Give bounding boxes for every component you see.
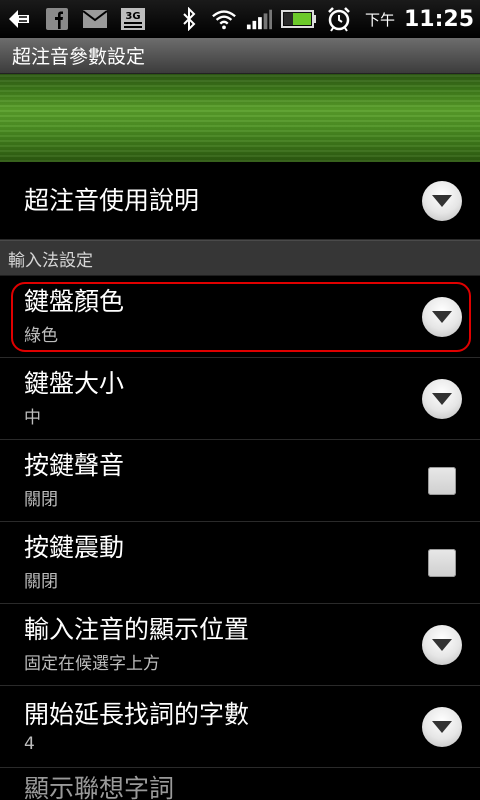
pref-keyboard-color[interactable]: 鍵盤顏色 綠色 [0, 276, 480, 358]
pref-zhuyin-position-title: 輸入注音的顯示位置 [24, 615, 250, 644]
svg-text:3G: 3G [125, 11, 140, 22]
pref-key-sound[interactable]: 按鍵聲音 關閉 [0, 440, 480, 522]
bluetooth-icon [176, 6, 202, 32]
pref-keyboard-size-title: 鍵盤大小 [24, 369, 125, 398]
back-arrow-icon [6, 6, 32, 32]
pref-help-title: 超注音使用說明 [24, 185, 200, 215]
wifi-icon [211, 6, 237, 32]
chevron-down-icon[interactable] [422, 296, 462, 337]
pref-keyboard-color-title: 鍵盤顏色 [24, 287, 125, 316]
pref-extend-search-length-title: 開始延長找詞的字數 [24, 699, 250, 729]
section-header-input: 輸入法設定 [0, 240, 480, 276]
pref-zhuyin-position[interactable]: 輸入注音的顯示位置 固定在候選字上方 [0, 604, 480, 686]
clock-time: 11:25 [403, 6, 474, 32]
key-sound-checkbox[interactable] [428, 466, 456, 495]
pref-key-sound-title: 按鍵聲音 [24, 451, 125, 480]
battery-icon [280, 6, 317, 32]
pref-help[interactable]: 超注音使用說明 [0, 162, 480, 240]
3g-icon: 3G [120, 6, 146, 32]
pref-keyboard-color-value: 綠色 [24, 326, 58, 346]
alarm-icon [326, 6, 352, 32]
gmail-icon [82, 6, 108, 32]
key-vibrate-checkbox[interactable] [428, 548, 456, 577]
time-period-label: 下午 [364, 10, 395, 29]
pref-key-vibrate[interactable]: 按鍵震動 關閉 [0, 522, 480, 604]
pref-keyboard-size[interactable]: 鍵盤大小 中 [0, 358, 480, 440]
page-title: 超注音參數設定 [12, 46, 146, 68]
green-banner-image [0, 74, 480, 162]
pref-extend-search-length[interactable]: 開始延長找詞的字數 4 [0, 686, 480, 768]
section-header-label: 輸入法設定 [8, 250, 93, 271]
pref-key-vibrate-value: 關閉 [24, 572, 58, 592]
pref-key-vibrate-title: 按鍵震動 [24, 533, 125, 562]
chevron-down-icon[interactable] [422, 624, 462, 665]
title-bar: 超注音參數設定 [0, 38, 480, 74]
pref-zhuyin-position-value: 固定在候選字上方 [24, 654, 160, 674]
pref-keyboard-size-value: 中 [24, 408, 41, 428]
chevron-down-icon[interactable] [422, 378, 462, 419]
settings-list: 超注音使用說明 輸入法設定 鍵盤顏色 綠色 鍵盤大小 中 按鍵聲音 關閉 按鍵震… [0, 162, 480, 800]
signal-icon [246, 6, 272, 32]
status-bar: 3G 下午 11:25 [0, 0, 480, 38]
pref-show-association[interactable]: 顯示聯想字詞 [0, 768, 480, 800]
chevron-down-icon[interactable] [422, 180, 462, 221]
pref-extend-search-length-value: 4 [24, 733, 35, 754]
pref-show-association-title: 顯示聯想字詞 [24, 774, 175, 800]
facebook-icon [44, 6, 70, 32]
chevron-down-icon[interactable] [422, 706, 462, 747]
pref-key-sound-value: 關閉 [24, 490, 58, 510]
